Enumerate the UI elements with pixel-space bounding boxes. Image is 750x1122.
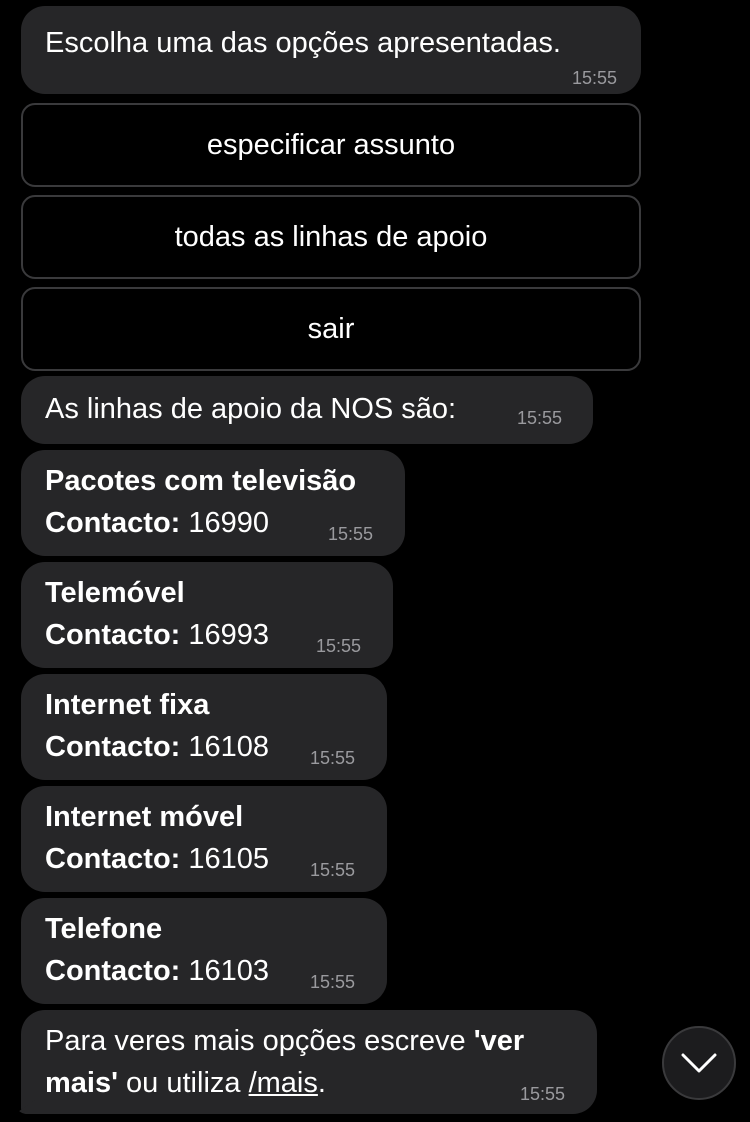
contact-label: Contacto: bbox=[45, 619, 181, 651]
contact-number: 16105 bbox=[188, 843, 270, 875]
message-time: 15:55 bbox=[316, 636, 362, 656]
more-bold-1: 'ver bbox=[473, 1025, 525, 1057]
chat-view: Escolha uma das opções apresentadas. 15:… bbox=[0, 0, 750, 1122]
more-text-part3: . bbox=[317, 1067, 326, 1099]
line-contact: Contacto: 16103 bbox=[45, 950, 269, 992]
all-support-lines-button[interactable]: todas as linhas de apoio bbox=[21, 195, 641, 279]
line-title: Pacotes com televisão bbox=[45, 465, 357, 497]
message-bubble-more: Para veres mais opções escreve 'ver mais… bbox=[21, 1010, 597, 1114]
contact-label: Contacto: bbox=[45, 955, 181, 987]
message-time: 15:55 bbox=[310, 748, 356, 768]
message-time: 15:55 bbox=[310, 860, 356, 880]
message-bubble-line: Internet móvel Contacto: 16105 15:55 bbox=[21, 786, 387, 892]
message-text: As linhas de apoio da NOS são: bbox=[45, 393, 457, 425]
contact-number: 16993 bbox=[188, 619, 270, 651]
specify-subject-button[interactable]: especificar assunto bbox=[21, 103, 641, 187]
message-bubble-line: Telefone Contacto: 16103 15:55 bbox=[21, 898, 387, 1004]
message-time: 15:55 bbox=[571, 68, 617, 88]
message-time: 15:55 bbox=[328, 524, 374, 544]
message-bubble-lines-header: As linhas de apoio da NOS são: 15:55 bbox=[21, 376, 593, 444]
contact-number: 16990 bbox=[188, 507, 270, 539]
chevron-down-icon bbox=[681, 1052, 717, 1074]
line-title: Telefone bbox=[45, 913, 163, 945]
more-line-2: mais' ou utiliza /mais. bbox=[45, 1062, 326, 1104]
line-title: Internet fixa bbox=[45, 689, 210, 721]
more-text-part2: ou utiliza bbox=[118, 1067, 249, 1099]
line-title: Internet móvel bbox=[45, 801, 244, 833]
line-contact: Contacto: 16993 bbox=[45, 614, 269, 656]
line-contact: Contacto: 16108 bbox=[45, 726, 269, 768]
more-bold-2: mais' bbox=[45, 1067, 118, 1099]
message-bubble-intro: Escolha uma das opções apresentadas. 15:… bbox=[21, 6, 641, 94]
message-time: 15:55 bbox=[520, 1084, 566, 1104]
message-time: 15:55 bbox=[310, 972, 356, 992]
line-contact: Contacto: 16990 bbox=[45, 502, 269, 544]
line-contact: Contacto: 16105 bbox=[45, 838, 269, 880]
contact-label: Contacto: bbox=[45, 731, 181, 763]
contact-label: Contacto: bbox=[45, 507, 181, 539]
message-bubble-line: Internet fixa Contacto: 16108 15:55 bbox=[21, 674, 387, 780]
message-bubble-line: Telemóvel Contacto: 16993 15:55 bbox=[21, 562, 393, 668]
more-text-part1: Para veres mais opções escreve bbox=[45, 1025, 474, 1057]
line-title: Telemóvel bbox=[45, 577, 185, 609]
message-bubble-line: Pacotes com televisão Contacto: 16990 15… bbox=[21, 450, 405, 556]
more-line-1: Para veres mais opções escreve 'ver bbox=[45, 1020, 524, 1062]
exit-button[interactable]: sair bbox=[21, 287, 641, 371]
message-text: Escolha uma das opções apresentadas. bbox=[45, 27, 561, 59]
more-command-link[interactable]: /mais bbox=[249, 1067, 318, 1099]
contact-label: Contacto: bbox=[45, 843, 181, 875]
scroll-down-button[interactable] bbox=[662, 1026, 736, 1100]
message-time: 15:55 bbox=[517, 408, 563, 428]
contact-number: 16103 bbox=[188, 955, 270, 987]
contact-number: 16108 bbox=[188, 731, 270, 763]
